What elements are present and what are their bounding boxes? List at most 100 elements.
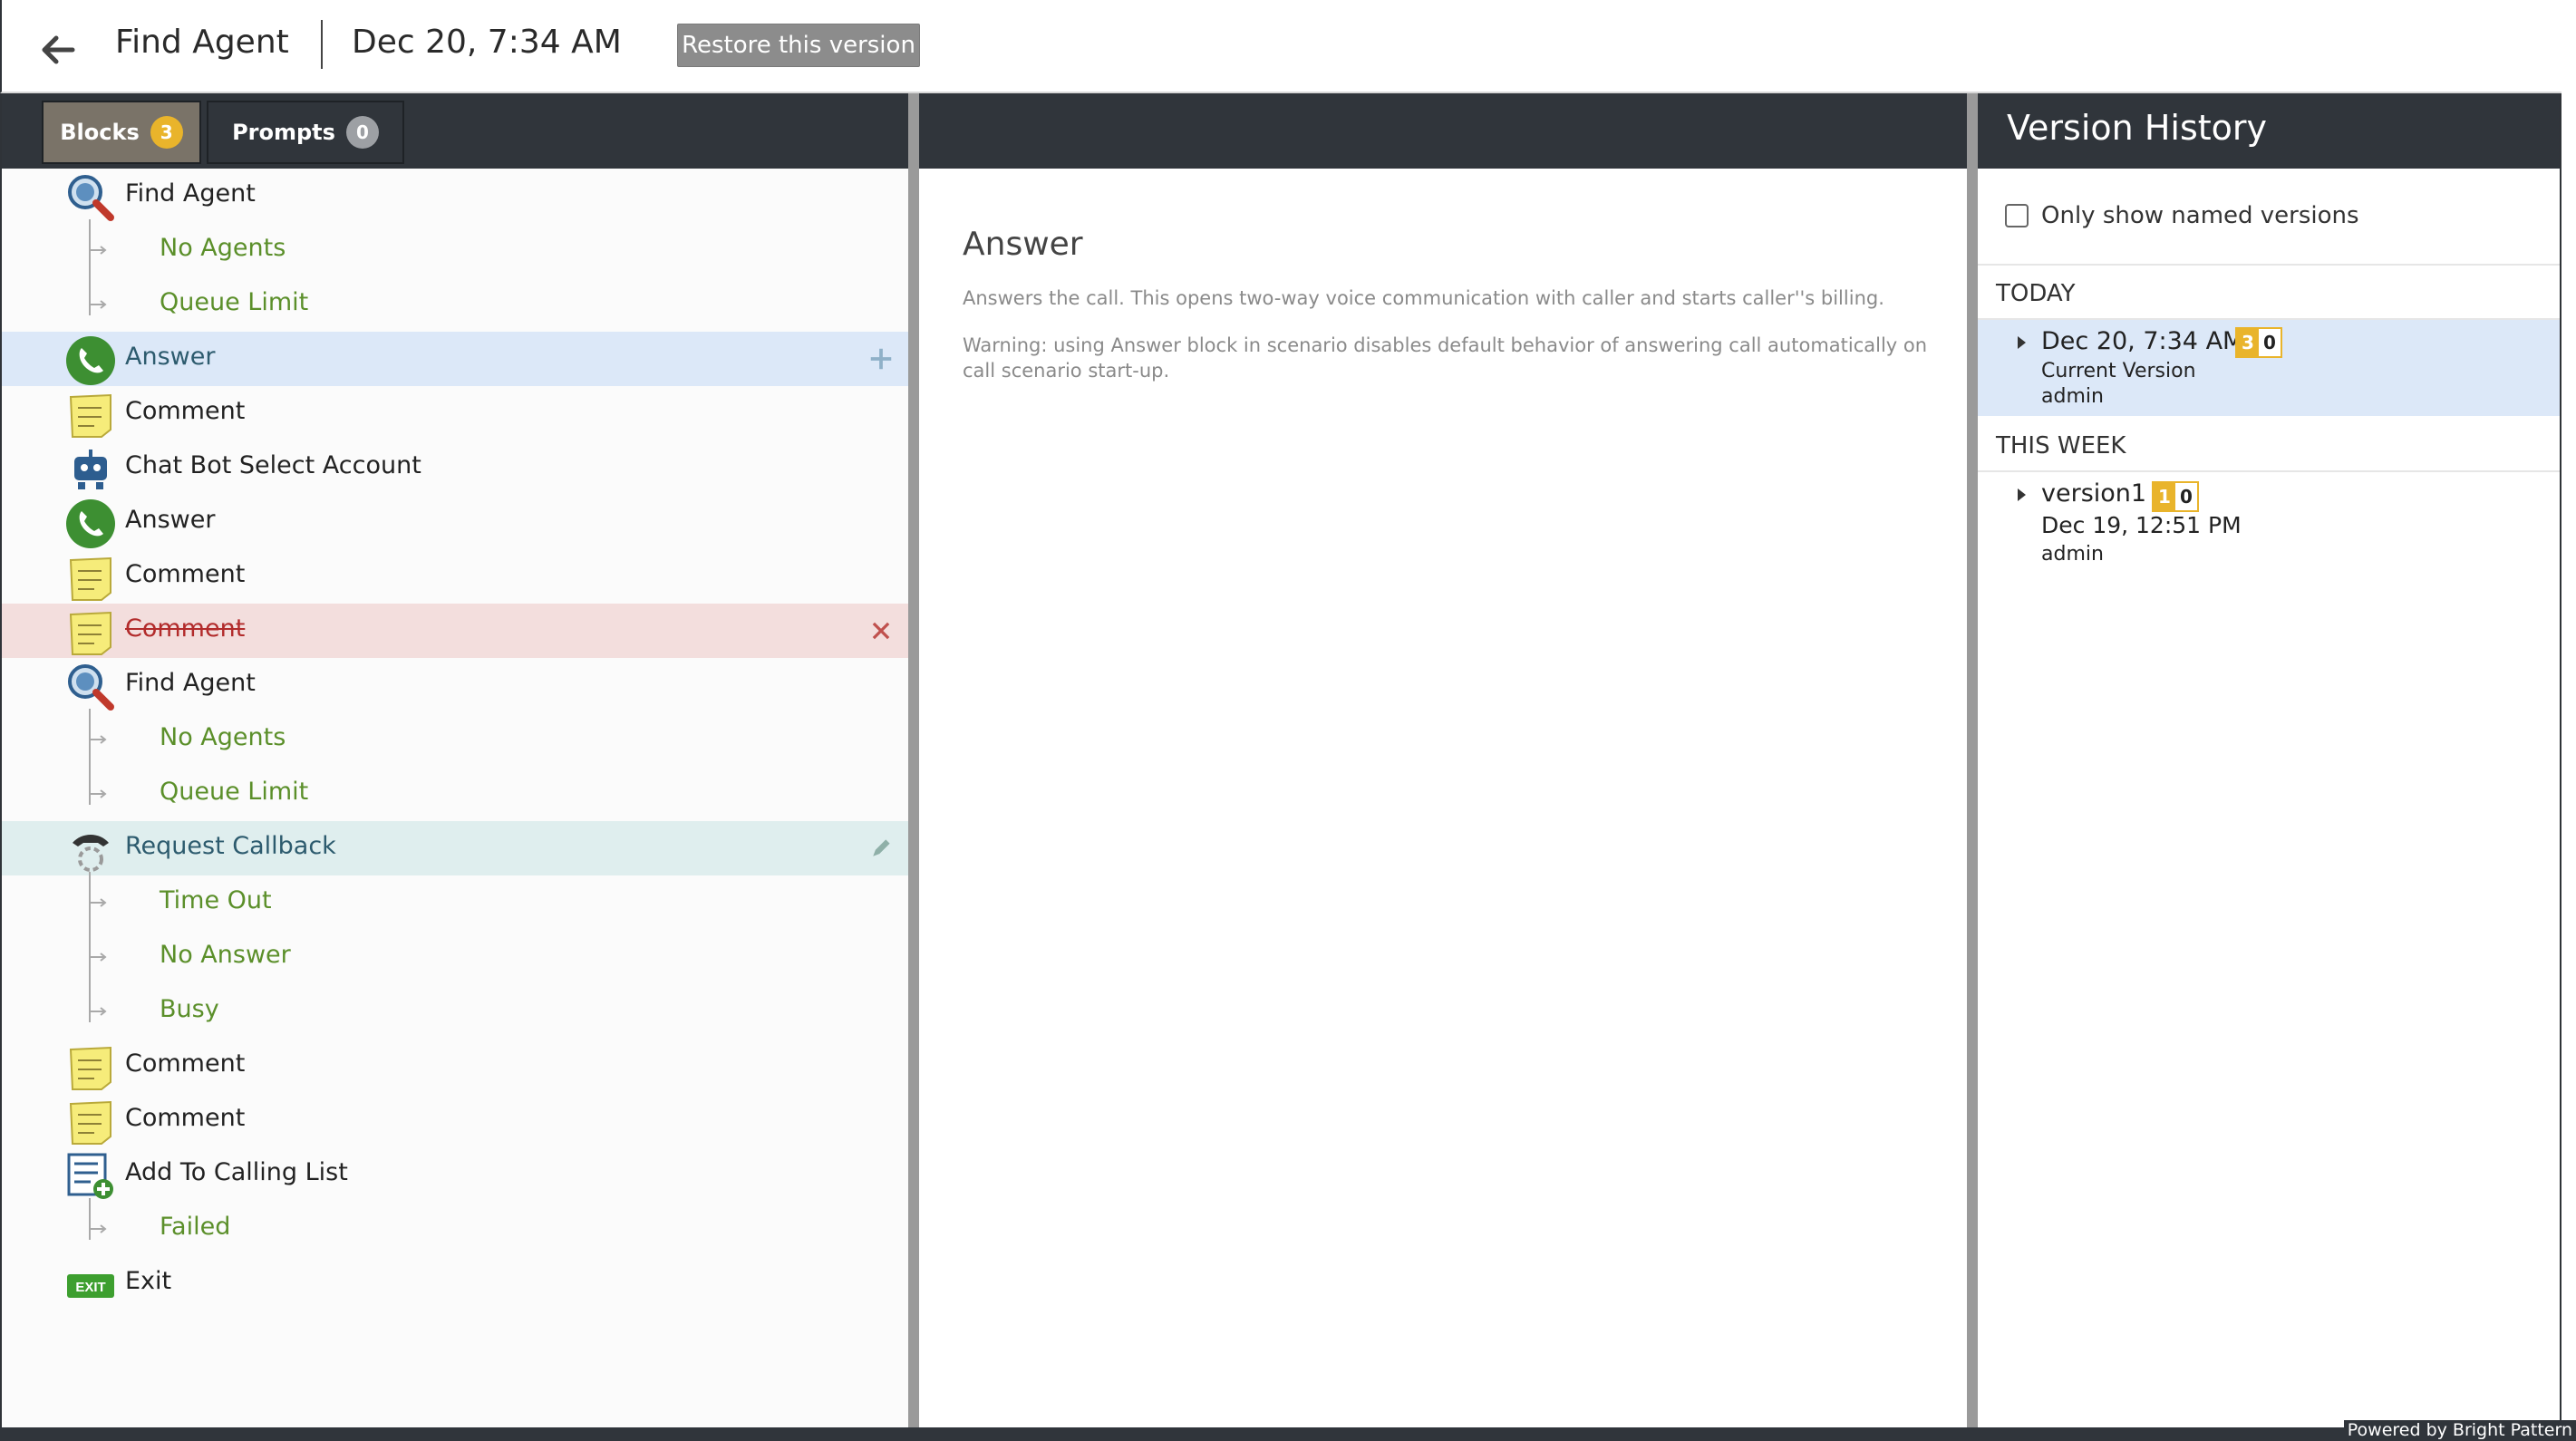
block-label: Comment [125,1049,246,1078]
version-change-badges: 3 0 [2235,327,2282,358]
block-exit-row[interactable]: No Answer [2,930,908,984]
block-title: Answer [963,226,1083,263]
block-label: Answer [125,343,216,371]
named-versions-toggle[interactable]: Only show named versions [2005,202,2359,229]
find-agent-icon [65,172,116,223]
block-row[interactable]: Comment [2,549,908,604]
named-versions-checkbox[interactable] [2005,204,2029,227]
blocks-changed-badge: 3 [2237,329,2259,356]
tabs-bar: Blocks 3 Prompts 0 [2,93,910,169]
note-icon [65,553,116,604]
note-icon [65,390,116,440]
block-row[interactable]: Find Agent [2,658,908,712]
note-icon [65,607,116,658]
back-arrow-icon[interactable] [34,27,80,73]
phone-icon [65,335,116,386]
left-panel-splitter[interactable] [908,93,919,1427]
block-exit-row[interactable]: Queue Limit [2,767,908,821]
block-row[interactable]: Request Callback [2,821,908,875]
block-row[interactable]: Comment [2,604,908,658]
svg-text:EXIT: EXIT [75,1280,105,1295]
expand-caret-icon[interactable] [2014,334,2029,351]
block-label: Time Out [160,886,272,914]
expand-caret-icon[interactable] [2014,487,2029,503]
block-label: Comment [125,614,246,643]
branch-arrow-icon [88,1220,110,1238]
block-exit-row[interactable]: No Agents [2,223,908,277]
block-description: Answers the call. This opens two-way voi… [963,287,1884,309]
note-icon [65,1042,116,1093]
version-date: Dec 20, 7:34 AM [352,24,622,61]
branch-arrow-icon [88,1002,110,1020]
tab-blocks-label: Blocks [60,120,140,145]
title-divider [321,20,323,69]
robot-icon [65,444,116,495]
prompts-count-badge: 0 [345,116,379,149]
block-row[interactable]: EXIT Exit [2,1256,908,1310]
block-label: Request Callback [125,832,336,860]
branch-arrow-icon [88,894,110,912]
version-author: admin [2041,385,2104,408]
block-label: Answer [125,506,216,534]
block-row[interactable]: Comment [2,1093,908,1147]
version-name: Dec 20, 7:34 AM [2041,327,2244,355]
block-label: Queue Limit [160,288,309,316]
right-panel-splitter[interactable] [1967,93,1978,1427]
block-row[interactable]: Add To Calling List [2,1147,908,1202]
tab-prompts-label: Prompts [232,120,335,145]
branch-arrow-icon [88,295,110,314]
block-exit-row[interactable]: No Agents [2,712,908,767]
block-details-panel: Answer Answers the call. This opens two-… [919,93,1967,1427]
blocks-count-badge: 3 [150,116,183,149]
block-row[interactable]: Chat Bot Select Account [2,440,908,495]
block-row[interactable]: Comment [2,386,908,440]
block-label: Busy [160,995,219,1023]
prompts-changed-badge: 0 [2259,329,2281,356]
powered-by-label: Powered by Bright Pattern [2343,1420,2576,1440]
block-label: Queue Limit [160,778,309,806]
block-exit-row[interactable]: Failed [2,1202,908,1256]
block-label: Comment [125,560,246,588]
block-exit-row[interactable]: Time Out [2,875,908,930]
tree-connector [89,219,91,315]
footer-bar [0,1427,2576,1441]
block-row[interactable]: Find Agent [2,169,908,223]
phone-icon [65,498,116,549]
version-change-badges: 1 0 [2152,481,2199,512]
block-tree: Find Agent No Agents Queue Limit Answer Comm… [2,169,910,1427]
group-label-today: TODAY [1996,280,2076,307]
version-history-panel: Version History Only show named versions… [1978,93,2561,1427]
block-label: Find Agent [125,669,256,697]
block-exit-row[interactable]: Queue Limit [2,277,908,332]
blocks-changed-badge: 1 [2154,483,2175,510]
version-history-title: Version History [2007,108,2268,148]
details-header [919,93,1967,169]
callback-icon [65,825,116,875]
named-versions-label: Only show named versions [2041,202,2359,229]
branch-arrow-icon [88,730,110,749]
modified-pencil-icon [867,834,896,863]
tree-connector [89,1198,91,1240]
added-plus-icon [867,344,896,373]
group-label-this-week: THIS WEEK [1996,432,2126,459]
version-item-version1[interactable]: version1 1 0 Dec 19, 12:51 PM admin [1978,472,2560,572]
tab-blocks[interactable]: Blocks 3 [42,101,201,164]
note-icon [65,1097,116,1147]
block-row[interactable]: Comment [2,1039,908,1093]
restore-version-button[interactable]: Restore this version [677,24,920,67]
block-label: No Agents [160,234,286,262]
block-label: No Answer [160,941,291,969]
block-label: Add To Calling List [125,1158,348,1186]
block-label: Comment [125,1104,246,1132]
tab-prompts[interactable]: Prompts 0 [207,101,404,164]
block-row[interactable]: Answer [2,332,908,386]
prompts-changed-badge: 0 [2175,483,2197,510]
find-agent-icon [65,662,116,712]
branch-arrow-icon [88,948,110,966]
branch-arrow-icon [88,241,110,259]
branch-arrow-icon [88,785,110,803]
version-item-current[interactable]: Dec 20, 7:34 AM 3 0 Current Version admi… [1978,320,2560,416]
block-label: No Agents [160,723,286,751]
block-exit-row[interactable]: Busy [2,984,908,1039]
block-row[interactable]: Answer [2,495,908,549]
